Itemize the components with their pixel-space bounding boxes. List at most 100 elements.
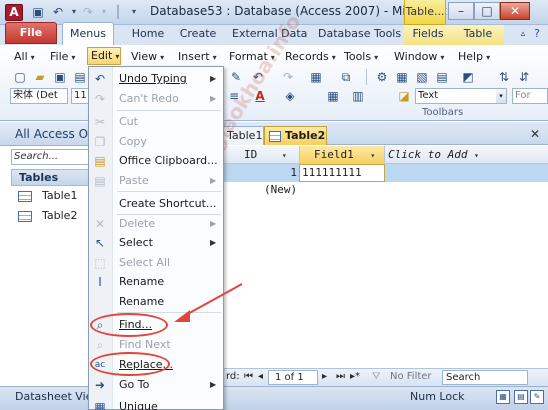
first-record-icon[interactable]: ⏮ [244,370,253,384]
record-label: rd: [226,371,240,382]
format-value: For [515,90,531,101]
previous-record-icon[interactable]: ◂ [258,370,263,384]
filter-icon: ⛛ [372,371,381,382]
nav-item-table1[interactable]: Table1 [18,187,77,205]
data-type-icon[interactable]: ◪ [396,88,412,104]
column-header-id[interactable]: ID ▾ [244,146,299,164]
menu-item-paste: ▤ Paste ▶ [89,171,223,191]
menu-file[interactable]: File ▾ [50,49,75,65]
tab-database-tools[interactable]: Database Tools [318,25,401,45]
table-icon [18,190,32,202]
format-painter-icon[interactable]: ✎ [228,69,244,85]
menu-tools[interactable]: Tools ▾ [344,49,378,65]
menu-insert[interactable]: Insert ▾ [178,49,217,65]
last-record-icon[interactable]: ⏭ [336,370,345,384]
close-document-icon[interactable]: ✕ [530,127,540,141]
customize-qat-icon[interactable]: ▾ [126,4,142,20]
sort-ascending-icon[interactable]: ⇅ [496,69,512,85]
undo-icon: ↶ [94,72,106,86]
maximize-button[interactable]: □ [474,2,500,20]
no-filter-label[interactable]: No Filter [390,370,432,384]
current-record-field[interactable]: 1 of 1 [268,370,318,385]
table-icon[interactable]: ▦ [394,69,410,85]
data-type-combo[interactable]: Text ▾ [415,88,507,104]
rename-icon: I [98,275,102,289]
doc-tab-table2[interactable]: Table2 [264,126,327,145]
doc-tab-table1[interactable]: Table1 [222,126,264,145]
next-record-icon[interactable]: ▸ [322,370,327,384]
menu-separator [117,110,221,111]
relationships-icon[interactable]: ⧉ [338,69,354,85]
chevron-down-icon[interactable]: ▾ [282,151,287,160]
properties-icon[interactable]: ▤ [434,69,450,85]
format-combo[interactable]: For [512,88,548,104]
fill-color-icon[interactable]: ◈ [282,88,298,104]
nav-group-tables[interactable]: Tables [11,169,95,186]
menu-item-select[interactable]: ↖ Select ▶ [89,233,223,253]
new-record-row[interactable]: (New) [264,182,297,198]
minimize-ribbon-icon[interactable]: ▵ [516,25,530,45]
menu-window[interactable]: Window ▾ [394,49,444,65]
align-icon[interactable]: ≡ [226,88,242,104]
clipboard-icon: ▤ [94,154,106,168]
tab-create[interactable]: Create [178,25,218,45]
menu-help[interactable]: Help ▾ [458,49,490,65]
menu-view[interactable]: View ▾ [131,49,164,65]
minimize-button[interactable]: – [448,2,474,20]
save-icon[interactable]: ▣ [30,4,46,20]
datasheet-view-icon[interactable]: ▦ [496,390,510,404]
open-folder-icon[interactable]: ▰ [32,69,48,85]
undo-toolbar-icon[interactable]: ↶ [250,69,266,85]
code-icon[interactable]: ⚙ [374,69,390,85]
menu-item-create-shortcut[interactable]: Create Shortcut... [89,194,223,214]
tab-file[interactable]: File [5,22,57,44]
gridlines-icon[interactable]: ▦ [325,88,341,104]
analyze-icon[interactable]: ▧ [414,69,430,85]
chevron-down-icon[interactable]: ▾ [370,151,375,160]
tab-menus[interactable]: Menus [62,22,114,45]
cell-id[interactable]: 1 [222,164,299,182]
font-color-icon[interactable]: A [252,88,268,104]
alternate-row-color-icon[interactable]: ▥ [350,88,366,104]
help-icon[interactable]: ? [530,25,544,45]
nav-item-table2[interactable]: Table2 [18,207,77,225]
menu-edit[interactable]: Edit ▾ [87,47,121,65]
menu-format[interactable]: Format ▾ [229,49,275,65]
record-search-input[interactable]: Search [442,370,528,385]
save-toolbar-icon[interactable]: ▣ [52,69,68,85]
font-size-combo[interactable]: 11 [71,88,89,104]
menu-all[interactable]: All ▾ [14,49,35,65]
print-icon[interactable]: ▤ [72,69,88,85]
menu-item-undo-typing[interactable]: ↶ Undo Typing ▶ [89,69,223,89]
sort-descending-icon[interactable]: ⇵ [516,69,532,85]
menu-item-label: Copy [119,135,147,148]
column-header-click-to-add[interactable]: Click to Add ▾ [388,146,479,164]
menu-item-unique[interactable]: ▦ Unique [89,397,223,410]
column-header-field1[interactable]: Field1 ▾ [299,146,385,164]
new-record-icon[interactable]: ▸* [350,370,360,384]
nav-search-input[interactable]: Search... [11,149,93,165]
menu-insert-label: Insert [178,50,210,63]
nav-pane-header[interactable]: All Access Ob [0,122,95,146]
tab-external-data[interactable]: External Data [232,25,307,45]
menu-item-office-clipboard[interactable]: ▤ Office Clipboard... [89,151,223,171]
tab-fields[interactable]: Fields [408,25,448,45]
undo-icon[interactable]: ↶ [50,4,66,20]
menu-tools-label: Tools [344,50,372,63]
design-view-icon[interactable]: ✎ [530,390,544,404]
cell-field1[interactable]: 111111111 [299,164,385,182]
tab-home[interactable]: Home [128,25,168,45]
access-app-icon[interactable]: A [5,4,23,21]
chevron-down-icon[interactable]: ▾ [474,151,479,160]
close-button[interactable]: ✕ [500,2,530,20]
font-name-combo[interactable]: 宋体 (Det [10,88,68,104]
new-icon[interactable]: ▢ [12,69,28,85]
menu-records[interactable]: Records ▾ [285,49,336,65]
pivot-view-icon[interactable]: ▤ [514,390,528,404]
find-highlight-ellipse [90,313,168,337]
menu-item-go-to[interactable]: ➜ Go To ▶ [89,375,223,395]
insert-object-icon[interactable]: ▦ [308,69,324,85]
tab-table[interactable]: Table [458,25,498,45]
chart-icon[interactable]: ◩ [460,69,476,85]
menu-item-label: Cut [119,115,138,128]
